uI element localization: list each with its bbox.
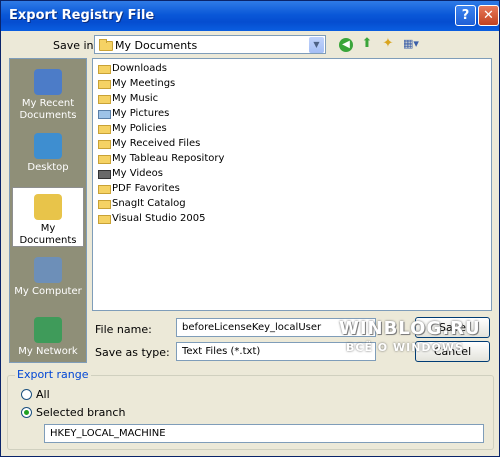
watermark-subtext: ВСЁ О WINDOWS	[346, 341, 464, 354]
branch-path-value: HKEY_LOCAL_MACHINE	[50, 428, 166, 439]
place-my-documents[interactable]: My Documents	[12, 187, 84, 247]
my-network-icon	[34, 317, 62, 343]
place-label: My Documents	[19, 223, 77, 246]
file-list[interactable]: Downloads My Meetings My Music My Pictur…	[92, 58, 492, 311]
all-radio[interactable]	[21, 389, 32, 400]
export-range-label: Export range	[15, 368, 91, 381]
help-button[interactable]: ?	[455, 5, 476, 26]
save-in-dropdown[interactable]: My Documents ▼	[94, 35, 326, 54]
file-name-value: beforeLicenseKey_localUser	[182, 322, 322, 333]
up-one-level-button[interactable]: ⬆	[358, 35, 376, 53]
place-label: My Computer	[14, 286, 82, 297]
folder-icon	[98, 140, 111, 149]
videos-folder-icon	[98, 170, 111, 179]
file-name-text: My Music	[112, 93, 159, 104]
file-name-text: My Pictures	[112, 108, 170, 119]
place-my-network[interactable]: My Network	[12, 311, 84, 362]
selected-branch-label: Selected branch	[36, 406, 126, 419]
place-label: Desktop	[27, 162, 69, 173]
recent-documents-icon	[34, 69, 62, 95]
file-name-text: SnagIt Catalog	[112, 198, 186, 209]
branch-path-field[interactable]: HKEY_LOCAL_MACHINE	[44, 424, 484, 443]
window-title: Export Registry File	[9, 8, 155, 23]
place-label: My Network	[18, 346, 78, 357]
folder-icon	[98, 185, 111, 194]
my-documents-folder-icon	[99, 39, 113, 51]
place-desktop[interactable]: Desktop	[12, 127, 84, 187]
folder-icon	[98, 200, 111, 209]
new-folder-icon: ✦	[382, 36, 394, 51]
all-radio-label: All	[36, 388, 50, 401]
file-name-text: My Policies	[112, 123, 167, 134]
folder-icon	[98, 80, 111, 89]
new-folder-button[interactable]: ✦	[379, 35, 397, 53]
place-my-recent-documents[interactable]: My Recent Documents	[12, 63, 84, 123]
place-label: My Recent	[21, 98, 75, 109]
title-bar[interactable]: Export Registry File ? ✕	[1, 1, 499, 31]
file-name-text: Visual Studio 2005	[112, 213, 206, 224]
export-registry-dialog: Export Registry File ? ✕ Save in: My Doc…	[0, 0, 500, 457]
folder-icon	[98, 155, 111, 164]
file-name-text: My Meetings	[112, 78, 176, 89]
file-name-text: Downloads	[112, 63, 167, 74]
file-name-text: My Received Files	[112, 138, 201, 149]
file-name-label: File name:	[95, 323, 152, 336]
place-my-computer[interactable]: My Computer	[12, 251, 84, 311]
file-name-text: My Videos	[112, 168, 163, 179]
pictures-folder-icon	[98, 110, 111, 119]
folder-icon	[98, 215, 111, 224]
file-name-text: My Tableau Repository	[112, 153, 225, 164]
music-folder-icon	[98, 95, 111, 104]
view-menu-icon: ▦▾	[403, 37, 419, 50]
folder-icon	[98, 65, 111, 74]
close-button[interactable]: ✕	[478, 5, 499, 26]
watermark-text: WINBLOG.RU	[339, 318, 481, 339]
chevron-down-icon[interactable]: ▼	[309, 37, 324, 53]
selected-branch-radio[interactable]	[21, 407, 32, 418]
view-menu-button[interactable]: ▦▾	[400, 35, 422, 53]
radio-selected-dot	[24, 410, 29, 415]
place-label-line2: Documents	[19, 110, 77, 121]
folder-icon	[98, 125, 111, 134]
back-arrow-icon: ◀	[339, 38, 353, 52]
save-in-label: Save in:	[53, 39, 98, 52]
up-folder-icon: ⬆	[361, 36, 373, 51]
desktop-icon	[34, 133, 62, 159]
back-button[interactable]: ◀	[337, 35, 355, 53]
file-name-text: PDF Favorites	[112, 183, 180, 194]
save-as-type-label: Save as type:	[95, 346, 170, 359]
save-in-value: My Documents	[115, 39, 198, 52]
places-bar: My Recent Documents Desktop My Documents…	[9, 58, 87, 363]
save-as-type-value: Text Files (*.txt)	[182, 346, 261, 357]
my-computer-icon	[34, 257, 62, 283]
my-documents-icon	[34, 194, 62, 220]
